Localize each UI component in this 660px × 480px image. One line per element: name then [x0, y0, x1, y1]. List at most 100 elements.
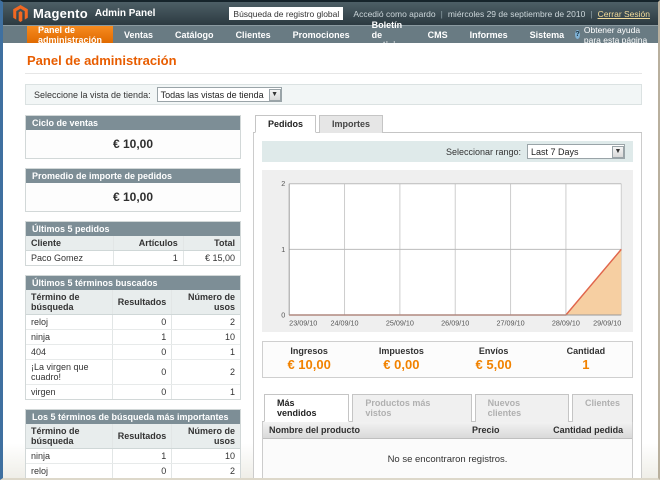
nav-item[interactable]: CMS: [417, 26, 459, 43]
nav-item[interactable]: Clientes: [225, 26, 282, 43]
store-view-label: Seleccione la vista de tienda:: [34, 90, 151, 100]
top-search-terms-card: Los 5 términos de búsqueda más important…: [25, 409, 241, 478]
column-header: Número de usos: [172, 290, 240, 315]
column-header: Término de búsqueda: [26, 290, 112, 315]
range-label: Seleccionar rango:: [446, 147, 521, 157]
table-row: Paco Gomez1€ 15,00: [26, 251, 240, 266]
svg-text:1: 1: [281, 245, 285, 254]
table-row: reloj02: [26, 464, 240, 479]
lifetime-sales-value: € 10,00: [26, 130, 240, 158]
total-stat: Impuestos€ 0,00: [355, 342, 447, 377]
nav-item[interactable]: Catálogo: [164, 26, 225, 43]
svg-text:26/09/10: 26/09/10: [441, 319, 469, 328]
svg-text:2: 2: [281, 179, 285, 188]
orders-amounts-tabs: PedidosImportes: [253, 115, 642, 133]
nav-item[interactable]: Panel de administración: [27, 26, 113, 43]
chart-tab[interactable]: Pedidos: [255, 115, 316, 133]
orders-line-chart: 0 1 2 23/09/10 24/09/10 25/09/10 26/09/10 27/09…: [266, 176, 629, 330]
help-link[interactable]: ? Obtener ayuda para esta página: [575, 26, 658, 43]
logout-link[interactable]: Cerrar Sesión: [598, 9, 650, 19]
stat-label: Impuestos: [355, 346, 447, 356]
grid-tab[interactable]: Más vendidos: [264, 394, 349, 422]
header-meta: Accedió como apardo | miércoles 29 de se…: [353, 9, 650, 19]
page-content: Panel de administración Seleccione la vi…: [3, 43, 658, 478]
column-header: Artículos: [113, 236, 183, 251]
table-row: virgen01: [26, 385, 240, 400]
svg-text:25/09/10: 25/09/10: [386, 319, 414, 328]
stat-label: Envíos: [448, 346, 540, 356]
grid-tab: Nuevos clientes: [475, 394, 569, 422]
column-header: Cantidad pedida: [547, 422, 632, 439]
header: Magento Admin Panel Accedió como apardo …: [3, 2, 658, 25]
table-row: reloj02: [26, 315, 240, 330]
magento-logo-icon: [13, 5, 28, 22]
global-search-input[interactable]: [229, 7, 343, 20]
nav-item[interactable]: Ventas: [113, 26, 164, 43]
stat-value: € 5,00: [448, 357, 540, 372]
lifetime-sales-card: Ciclo de ventas € 10,00: [25, 115, 241, 159]
column-header: Cliente: [26, 236, 113, 251]
svg-text:0: 0: [281, 310, 285, 319]
current-date: miércoles 29 de septiembre de 2010: [448, 9, 586, 19]
magento-logo: Magento Admin Panel: [13, 5, 155, 22]
logged-in-as: Accedió como apardo: [353, 9, 435, 19]
main-navbar: Panel de administraciónVentasCatálogoCli…: [3, 25, 658, 43]
last-search-terms-card: Últimos 5 términos buscados Término de b…: [25, 275, 241, 400]
nav-items: Panel de administraciónVentasCatálogoCli…: [27, 26, 575, 43]
help-link-label: Obtener ayuda para esta página: [584, 25, 648, 45]
table-row: ¡La virgen que cuadro!02: [26, 360, 240, 385]
column-header: Nombre del producto: [263, 422, 466, 439]
store-view-switcher-bar: Seleccione la vista de tienda: Todas las…: [25, 84, 642, 105]
svg-text:24/09/10: 24/09/10: [330, 319, 358, 328]
chart-tab[interactable]: Importes: [319, 115, 383, 133]
chevron-down-icon: ▼: [269, 89, 281, 101]
dashboard-left-column: Ciclo de ventas € 10,00 Promedio de impo…: [25, 115, 241, 478]
page-title: Panel de administración: [25, 49, 642, 74]
orders-chart-box: 0 1 2 23/09/10 24/09/10 25/09/10 26/09/10 27/09…: [262, 170, 633, 332]
stat-label: Ingresos: [263, 346, 355, 356]
store-view-select[interactable]: Todas las vistas de tienda ▼: [157, 87, 282, 102]
svg-text:23/09/10: 23/09/10: [289, 319, 317, 328]
nav-item[interactable]: Sistema: [519, 26, 576, 43]
svg-text:27/09/10: 27/09/10: [497, 319, 525, 328]
range-selector-bar: Seleccionar rango: Last 7 Days ▼: [262, 141, 633, 162]
column-header: Término de búsqueda: [26, 424, 112, 449]
column-header: Total: [183, 236, 240, 251]
card-title: Últimos 5 términos buscados: [26, 276, 240, 290]
grid-tab: Productos más vistos: [352, 394, 471, 422]
bestsellers-tabs: Más vendidosProductos más vistosNuevos c…: [262, 394, 633, 422]
column-header: Resultados: [112, 290, 172, 315]
nav-item[interactable]: Boletín de noticias: [361, 26, 417, 43]
totals-row: Ingresos€ 10,00Impuestos€ 0,00Envíos€ 5,…: [262, 341, 633, 378]
average-orders-value: € 10,00: [26, 183, 240, 211]
stat-value: € 10,00: [263, 357, 355, 372]
bestsellers-grid: Nombre del productoPrecioCantidad pedida…: [262, 422, 633, 478]
last-search-terms-table: Término de búsquedaResultadosNúmero de u…: [26, 290, 240, 399]
chevron-down-icon: ▼: [612, 146, 624, 158]
empty-records-message: No se encontraron registros.: [263, 439, 632, 478]
stat-value: € 0,00: [355, 357, 447, 372]
last-orders-table: ClienteArtículosTotal Paco Gomez1€ 15,00: [26, 236, 240, 265]
total-stat: Ingresos€ 10,00: [263, 342, 355, 377]
total-stat: Cantidad1: [540, 342, 632, 377]
card-title: Ciclo de ventas: [26, 116, 240, 130]
column-header: Número de usos: [172, 424, 240, 449]
table-row: ninja110: [26, 449, 240, 464]
grid-tab: Clientes: [572, 394, 633, 422]
range-select[interactable]: Last 7 Days ▼: [527, 144, 625, 159]
total-stat: Envíos€ 5,00: [448, 342, 540, 377]
card-title: Los 5 términos de búsqueda más important…: [26, 410, 240, 424]
nav-item[interactable]: Promociones: [282, 26, 361, 43]
stat-value: 1: [540, 357, 632, 372]
help-icon: ?: [575, 30, 580, 39]
last-orders-card: Últimos 5 pedidos ClienteArtículosTotal …: [25, 221, 241, 266]
top-search-terms-table: Término de búsquedaResultadosNúmero de u…: [26, 424, 240, 478]
table-row: ninja110: [26, 330, 240, 345]
nav-item[interactable]: Informes: [459, 26, 519, 43]
column-header: Resultados: [112, 424, 172, 449]
table-row: 40401: [26, 345, 240, 360]
column-header: Precio: [466, 422, 547, 439]
card-title: Promedio de importe de pedidos: [26, 169, 240, 183]
brand-suffix: Admin Panel: [95, 8, 156, 19]
card-title: Últimos 5 pedidos: [26, 222, 240, 236]
